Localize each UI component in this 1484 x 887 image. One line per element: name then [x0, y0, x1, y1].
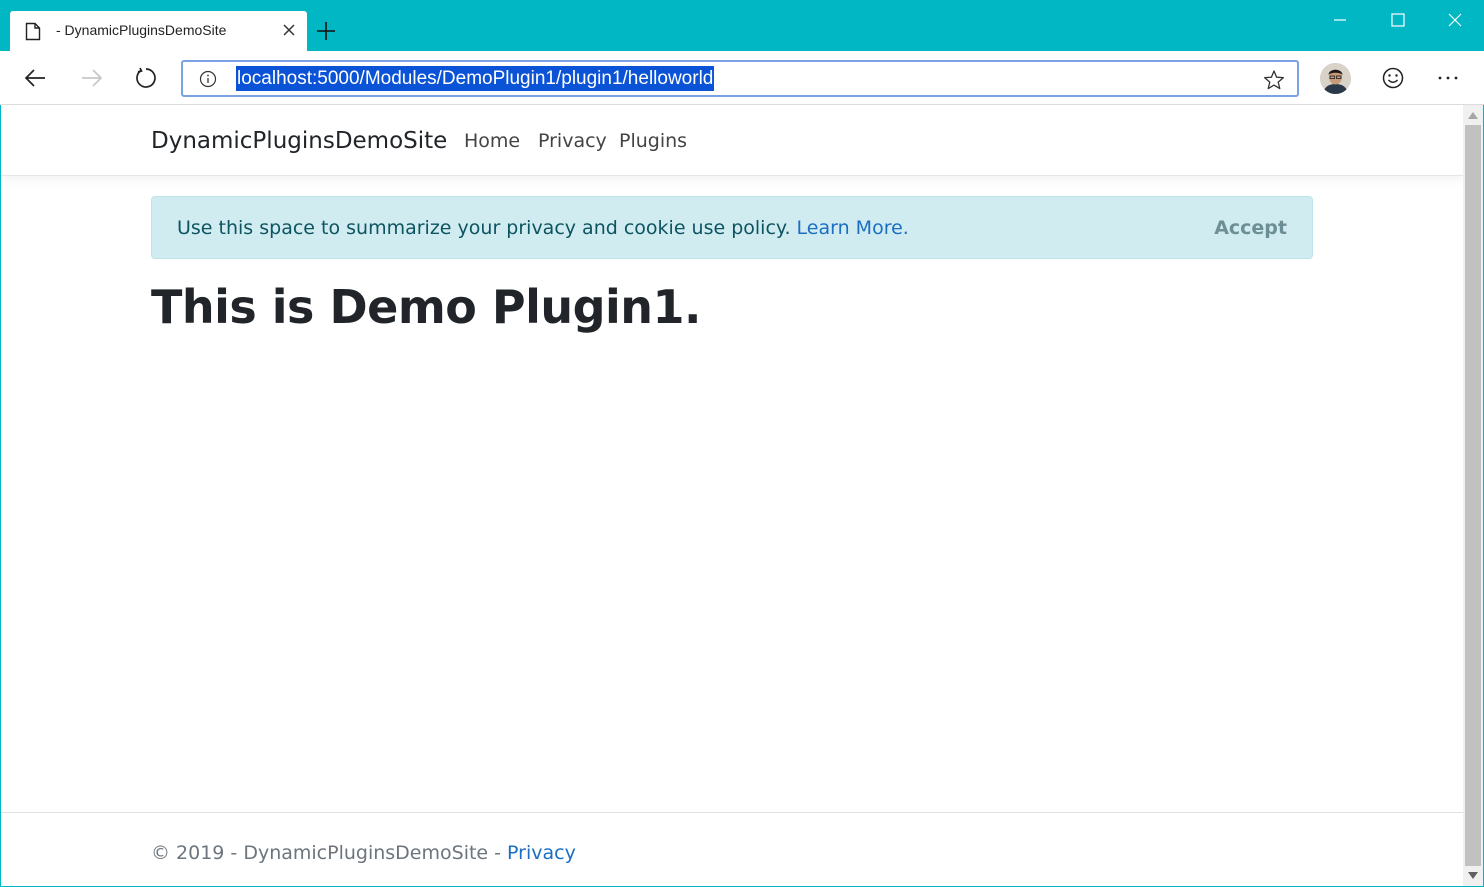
refresh-icon[interactable] — [133, 65, 159, 91]
vertical-scrollbar[interactable] — [1463, 105, 1483, 886]
close-icon[interactable] — [280, 21, 298, 39]
cookie-message-text: Use this space to summarize your privacy… — [177, 217, 791, 239]
smiley-icon[interactable] — [1380, 65, 1406, 91]
nav-home[interactable]: Home — [464, 130, 520, 152]
footer-copyright: © 2019 - DynamicPluginsDemoSite - — [151, 842, 508, 864]
url-text[interactable]: localhost:5000/Modules/DemoPlugin1/plugi… — [236, 66, 715, 91]
learn-more-link[interactable]: Learn More — [797, 217, 903, 239]
info-icon[interactable] — [199, 70, 217, 88]
site-footer: © 2019 - DynamicPluginsDemoSite - Privac… — [1, 812, 1463, 886]
footer-text: © 2019 - DynamicPluginsDemoSite - Privac… — [151, 842, 576, 864]
learn-more-suffix: . — [902, 217, 909, 239]
window-close-icon[interactable] — [1445, 10, 1465, 30]
scroll-down-arrow[interactable] — [1468, 872, 1478, 879]
more-icon[interactable] — [1435, 65, 1461, 91]
avatar-image — [1320, 63, 1351, 94]
footer-privacy-link[interactable]: Privacy — [507, 842, 576, 864]
accept-button[interactable]: Accept — [1214, 217, 1287, 239]
avatar[interactable] — [1320, 63, 1351, 94]
minimize-icon[interactable] — [1330, 10, 1350, 30]
site-navbar: DynamicPluginsDemoSite Home Privacy Plug… — [1, 105, 1463, 176]
page-icon — [25, 22, 41, 41]
maximize-icon[interactable] — [1388, 10, 1408, 30]
page-viewport: DynamicPluginsDemoSite Home Privacy Plug… — [1, 105, 1463, 886]
star-icon[interactable] — [1263, 69, 1285, 91]
plus-icon[interactable] — [315, 20, 337, 42]
browser-toolbar: localhost:5000/Modules/DemoPlugin1/plugi… — [0, 51, 1484, 105]
tab-title: - DynamicPluginsDemoSite — [56, 22, 227, 38]
address-bar[interactable]: localhost:5000/Modules/DemoPlugin1/plugi… — [181, 60, 1299, 97]
nav-plugins[interactable]: Plugins — [619, 130, 687, 152]
back-arrow-icon[interactable] — [23, 65, 49, 91]
cookie-message: Use this space to summarize your privacy… — [177, 217, 909, 239]
site-brand[interactable]: DynamicPluginsDemoSite — [151, 128, 447, 154]
browser-title-bar: - DynamicPluginsDemoSite — [0, 0, 1484, 51]
cookie-consent-alert: Use this space to summarize your privacy… — [151, 196, 1313, 259]
nav-privacy[interactable]: Privacy — [538, 130, 607, 152]
scroll-up-arrow[interactable] — [1468, 112, 1478, 119]
page-heading: This is Demo Plugin1. — [151, 280, 702, 334]
browser-tab[interactable]: - DynamicPluginsDemoSite — [10, 11, 307, 51]
forward-arrow-icon[interactable] — [78, 65, 104, 91]
scroll-thumb[interactable] — [1465, 125, 1481, 866]
